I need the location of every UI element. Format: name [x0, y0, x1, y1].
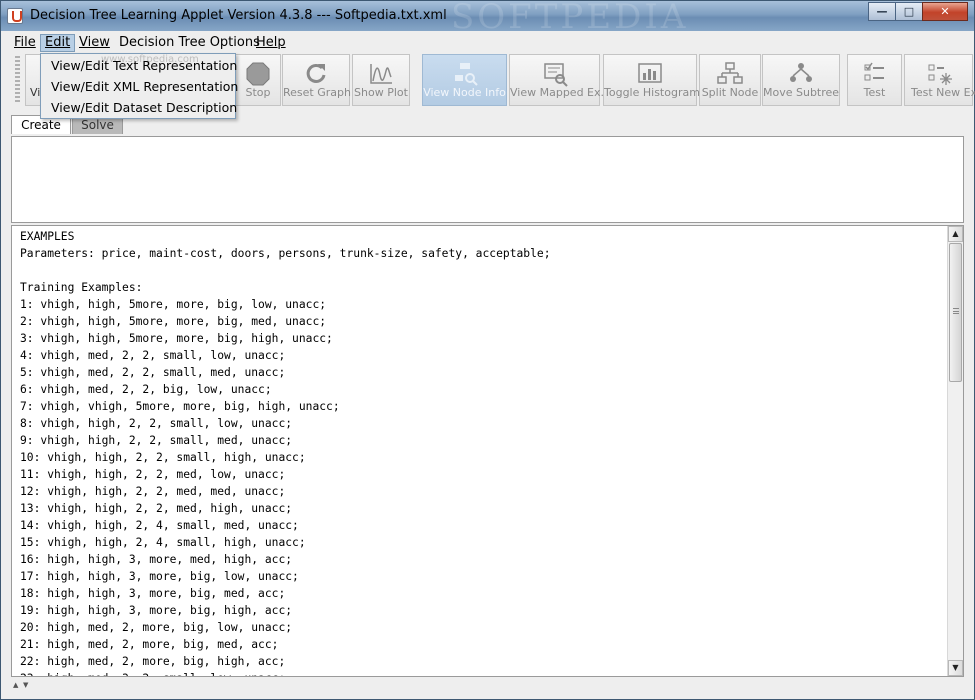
menu-item-view-edit-dataset-description[interactable]: View/Edit Dataset Description — [51, 99, 237, 117]
text-line: 4: vhigh, med, 2, 2, small, low, unacc; — [20, 349, 286, 362]
scroll-down-button[interactable]: ▼ — [948, 660, 963, 676]
split-node-icon — [717, 62, 743, 84]
scroll-up-button[interactable]: ▲ — [948, 226, 963, 242]
app-window: Decision Tree Learning Applet Version 4.… — [0, 0, 975, 700]
dataset-text-area[interactable]: EXAMPLES Parameters: price, maint-cost, d… — [11, 225, 964, 677]
text-line: 20: high, med, 2, more, big, low, unacc; — [20, 621, 293, 634]
text-line: 6: vhigh, med, 2, 2, big, low, unacc; — [20, 383, 272, 396]
reset-graph-button[interactable]: Reset Graph — [282, 54, 351, 106]
menu-help[interactable]: Help — [252, 34, 290, 52]
menu-bar: File Edit View Decision Tree Options Hel… — [1, 31, 974, 53]
text-line: EXAMPLES — [20, 230, 75, 243]
text-line: 17: high, high, 3, more, big, low, unacc… — [20, 570, 299, 583]
menu-edit[interactable]: Edit — [40, 34, 76, 52]
text-line: 2: vhigh, high, 5more, more, big, med, u… — [20, 315, 327, 328]
text-line: 14: vhigh, high, 2, 4, small, med, unacc… — [20, 519, 299, 532]
toggle-histogram-button[interactable]: Toggle Histogram — [603, 54, 700, 106]
menu-decision-tree-options[interactable]: Decision Tree Options — [115, 34, 264, 52]
refresh-icon — [306, 63, 326, 83]
text-line: 8: vhigh, high, 2, 2, small, low, unacc; — [20, 417, 293, 430]
show-plot-button[interactable]: Show Plot — [352, 54, 410, 106]
graph-panel[interactable] — [11, 136, 964, 223]
divider-up-arrow[interactable]: ▲ — [13, 681, 18, 689]
maximize-button[interactable]: □ — [895, 2, 923, 21]
split-pane-divider[interactable]: ▲ ▼ — [11, 681, 964, 689]
text-line: 16: high, high, 3, more, med, high, acc; — [20, 553, 293, 566]
stop-button[interactable]: Stop — [235, 54, 281, 106]
split-node-button[interactable]: Split Node — [699, 54, 761, 106]
edit-dropdown-menu: www.softpedia.com View/Edit Text Represe… — [40, 53, 238, 119]
window-title: Decision Tree Learning Applet Version 4.… — [30, 8, 447, 23]
scroll-thumb[interactable] — [949, 243, 962, 382]
minimize-button[interactable]: — — [868, 2, 896, 21]
test-new-example-button[interactable]: Test New Ex — [904, 54, 975, 106]
dataset-text[interactable]: EXAMPLES Parameters: price, maint-cost, d… — [20, 228, 551, 676]
test-new-icon — [928, 64, 952, 85]
menu-view[interactable]: View — [75, 34, 114, 52]
test-button[interactable]: Test — [847, 54, 902, 106]
title-bar[interactable]: Decision Tree Learning Applet Version 4.… — [1, 0, 974, 37]
text-line: 10: vhigh, high, 2, 2, small, high, unac… — [20, 451, 306, 464]
text-line: 21: high, med, 2, more, big, med, acc; — [20, 638, 279, 651]
menu-file[interactable]: File — [10, 34, 40, 52]
divider-down-arrow[interactable]: ▼ — [23, 681, 28, 689]
scroll-thumb-grip — [953, 308, 959, 314]
text-line: 22: high, med, 2, more, big, high, acc; — [20, 655, 286, 668]
text-line: 13: vhigh, high, 2, 2, med, high, unacc; — [20, 502, 293, 515]
java-app-icon — [7, 8, 23, 24]
toolbar-grip[interactable] — [15, 56, 20, 104]
text-line — [20, 262, 551, 279]
view-mapped-examples-button[interactable]: View Mapped Ex. — [509, 54, 604, 106]
mapped-icon — [543, 63, 568, 87]
test-icon — [864, 62, 884, 81]
text-line: 18: high, high, 3, more, big, med, acc; — [20, 587, 286, 600]
move-subtree-button[interactable]: Move Subtree — [762, 54, 840, 106]
vertical-scrollbar[interactable]: ▲ ▼ — [947, 226, 963, 676]
text-line: 5: vhigh, med, 2, 2, small, med, unacc; — [20, 366, 286, 379]
menu-item-view-edit-xml[interactable]: View/Edit XML Representation — [51, 78, 238, 96]
text-line: 23: high, med, 3, 2, small, low, unacc; — [20, 670, 551, 676]
text-line: 9: vhigh, high, 2, 2, small, med, unacc; — [20, 434, 293, 447]
text-line: Parameters: price, maint-cost, doors, pe… — [20, 247, 551, 260]
view-node-info-button[interactable]: View Node Info — [422, 54, 507, 106]
text-line: 7: vhigh, vhigh, 5more, more, big, high,… — [20, 400, 340, 413]
histogram-icon — [638, 63, 662, 83]
text-line: 15: vhigh, high, 2, 4, small, high, unac… — [20, 536, 306, 549]
text-line: 19: high, high, 3, more, big, high, acc; — [20, 604, 293, 617]
text-line: 3: vhigh, high, 5more, more, big, high, … — [20, 332, 333, 345]
text-line: 1: vhigh, high, 5more, more, big, low, u… — [20, 298, 327, 311]
text-line: Training Examples: — [20, 281, 143, 294]
stop-icon — [246, 62, 270, 86]
menu-item-view-edit-text[interactable]: View/Edit Text Representation — [51, 57, 237, 75]
close-button[interactable]: ✕ — [922, 2, 968, 21]
text-line: 11: vhigh, high, 2, 2, med, low, unacc; — [20, 468, 286, 481]
node-info-icon — [454, 63, 478, 86]
plot-icon — [370, 64, 392, 84]
text-line: 12: vhigh, high, 2, 2, med, med, unacc; — [20, 485, 286, 498]
move-subtree-icon — [790, 63, 812, 82]
